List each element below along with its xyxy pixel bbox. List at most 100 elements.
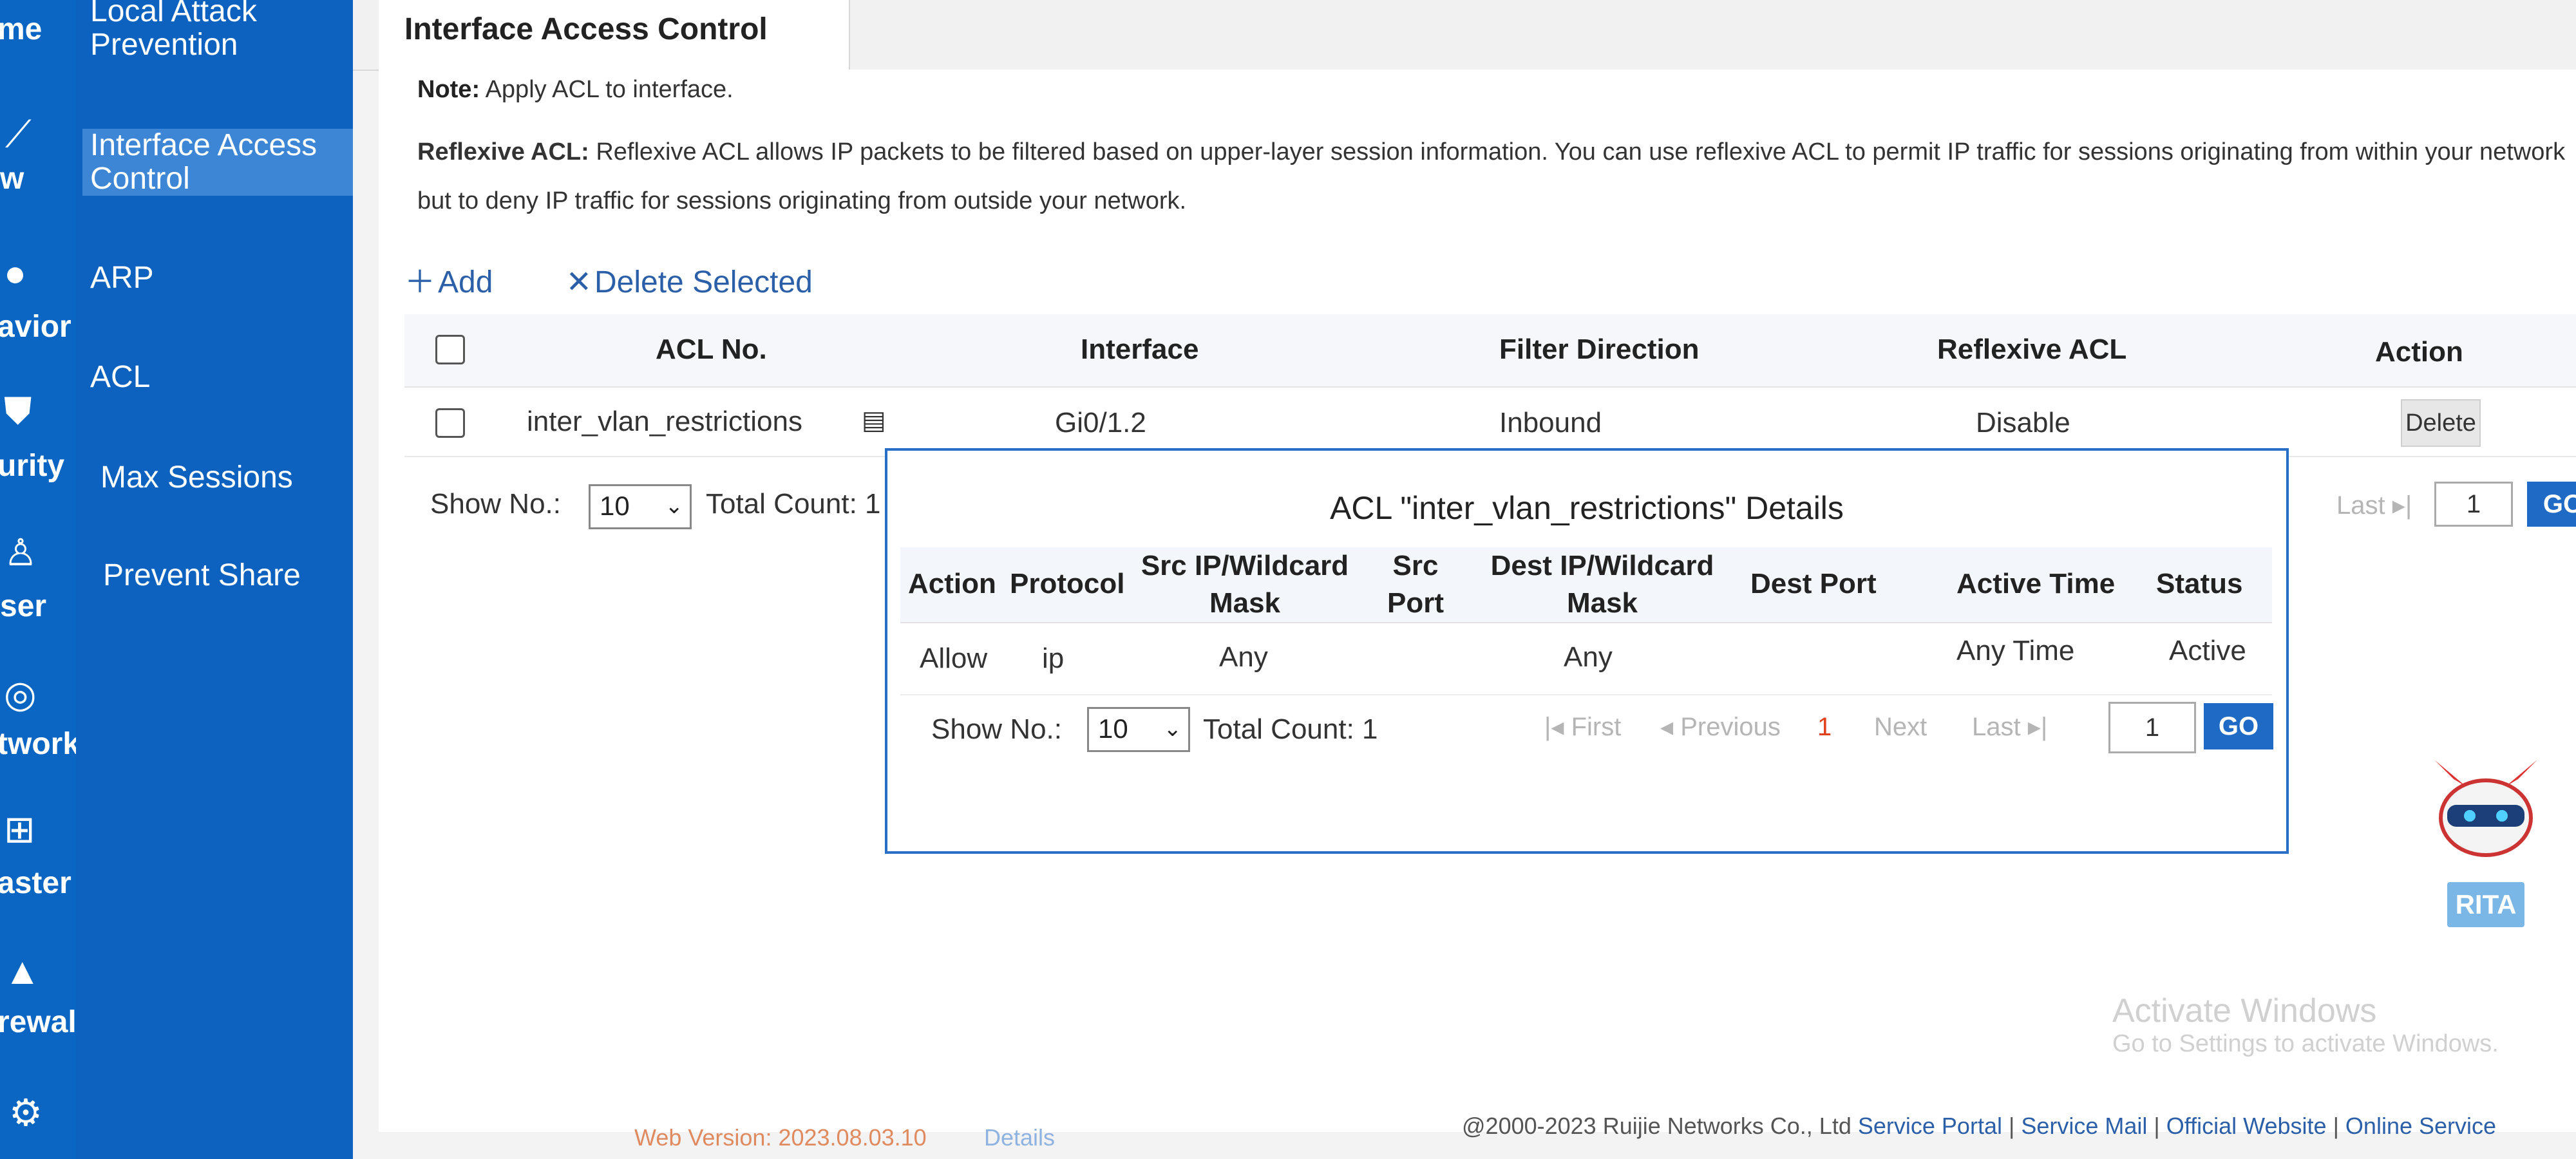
service-mail-link[interactable]: Service Mail bbox=[2021, 1113, 2147, 1139]
network-icon: ◎ bbox=[4, 674, 37, 715]
previous-icon: ◂ bbox=[1660, 713, 1674, 741]
note-body: Apply ACL to interface. bbox=[485, 76, 734, 103]
acl-details-popup: ACL "inter_vlan_restrictions" Details Ac… bbox=[885, 448, 2289, 854]
chevron-down-icon: ⌄ bbox=[1163, 717, 1182, 741]
menu-item-interface-access-control[interactable]: Interface Access Control bbox=[82, 129, 354, 196]
reflexive-description: Reflexive ACL: Reflexive ACL allows IP p… bbox=[417, 127, 2576, 225]
current-page[interactable]: 1 bbox=[1817, 708, 1832, 746]
plus-icon: ＋ bbox=[404, 265, 436, 299]
tab-label: Interface Access Control bbox=[404, 12, 768, 46]
header-action: Action bbox=[908, 568, 996, 599]
footer: Web Version: 2023.08.03.10 Details @2000… bbox=[0, 1101, 2576, 1159]
header-dest-port: Dest Port bbox=[1750, 568, 1877, 599]
details-link[interactable]: Details bbox=[984, 1124, 1055, 1151]
user-icon: ♙ bbox=[4, 532, 37, 574]
popup-last-button[interactable]: Last ▸| bbox=[1972, 708, 2047, 746]
rail-label: twork bbox=[0, 727, 80, 761]
show-no-select[interactable]: 10 ⌄ bbox=[589, 484, 692, 529]
submenu-sidebar: Local Attack Prevention Interface Access… bbox=[76, 0, 354, 1159]
menu-item-label: ARP bbox=[90, 261, 154, 295]
direction-cell: Inbound bbox=[1499, 407, 1602, 438]
delete-selected-button[interactable]: ✕Delete Selected bbox=[566, 265, 845, 299]
popup-show-no-select[interactable]: 10 ⌄ bbox=[1087, 707, 1190, 752]
menu-item-label: Prevent Share bbox=[103, 558, 301, 592]
previous-label: Previous bbox=[1680, 713, 1781, 741]
rail-label: avior bbox=[0, 310, 71, 344]
online-service-link[interactable]: Online Service bbox=[2345, 1113, 2496, 1139]
select-all-checkbox[interactable] bbox=[435, 335, 465, 364]
footer-separator: | bbox=[2008, 1113, 2022, 1139]
last-label: Last bbox=[2336, 491, 2385, 520]
row-checkbox[interactable] bbox=[435, 408, 465, 438]
rail-item-network[interactable]: ◎ twork bbox=[0, 674, 80, 773]
header-protocol: Protocol bbox=[1010, 568, 1125, 599]
tab-interface-access-control[interactable]: Interface Access Control bbox=[379, 0, 850, 71]
last-button[interactable]: Last ▸| bbox=[2336, 491, 2412, 520]
rail-item-user[interactable]: ♙ ser bbox=[0, 534, 76, 631]
official-website-link[interactable]: Official Website bbox=[2166, 1113, 2327, 1139]
table-row: inter_vlan_restrictions ▤ Gi0/1.2 Inboun… bbox=[404, 388, 2576, 457]
popup-table-row: Allow ip Any Any Any Time Active bbox=[900, 623, 2272, 695]
web-version: Web Version: 2023.08.03.10 bbox=[634, 1124, 927, 1151]
page-input[interactable]: 1 bbox=[2434, 482, 2513, 527]
rail-item-cluster[interactable]: ⊞ aster bbox=[0, 811, 76, 908]
behavior-icon: ● bbox=[4, 252, 27, 294]
popup-show-no-value: 10 bbox=[1098, 713, 1128, 744]
chevron-down-icon: ⌄ bbox=[665, 494, 684, 518]
total-count: Total Count: 1 bbox=[706, 488, 881, 520]
activate-windows-watermark: Activate Windows Go to Settings to activ… bbox=[2112, 992, 2499, 1058]
rail-item-firewall[interactable]: ▲ rewall bbox=[0, 950, 85, 1050]
rail-item-behavior[interactable]: ● avior bbox=[0, 251, 76, 348]
header-dest-ip: Dest IP/Wildcard Mask bbox=[1490, 550, 1714, 619]
menu-item-local-attack-prevention[interactable]: Local Attack Prevention bbox=[90, 0, 335, 62]
menu-item-label: Local Attack Prevention bbox=[90, 0, 257, 62]
rail-item-security[interactable]: ⛊ urity bbox=[0, 386, 76, 484]
first-label: First bbox=[1571, 713, 1622, 741]
popup-total-count: Total Count: 1 bbox=[1203, 713, 1378, 745]
popup-page-input[interactable]: 1 bbox=[2108, 702, 2196, 753]
note-label: Note: bbox=[417, 76, 480, 103]
reflexive-body: Reflexive ACL allows IP packets to be fi… bbox=[417, 138, 2566, 214]
menu-item-label: ACL bbox=[90, 360, 151, 394]
header-src-port: Src Port bbox=[1387, 550, 1444, 619]
popup-go-button[interactable]: GO bbox=[2204, 703, 2273, 749]
icon-rail: me ⟋ w ● avior ⛊ urity ♙ ser ◎ twork ⊞ a… bbox=[0, 0, 85, 1159]
previous-button[interactable]: ◂ Previous bbox=[1660, 708, 1781, 746]
tab-bar: Interface Access Control bbox=[353, 0, 2576, 71]
rail-item-flow[interactable]: ⟋ w bbox=[0, 109, 76, 206]
menu-item-prevent-share[interactable]: Prevent Share bbox=[103, 559, 301, 592]
popup-pager: Show No.: 10 ⌄ Total Count: 1 |◂ First ◂… bbox=[900, 702, 2273, 760]
flow-icon: ⟋ bbox=[5, 113, 32, 155]
service-portal-link[interactable]: Service Portal bbox=[1858, 1113, 2002, 1139]
menu-item-arp[interactable]: ARP bbox=[90, 261, 154, 295]
watermark-subtitle: Go to Settings to activate Windows. bbox=[2112, 1030, 2499, 1057]
table-header: ACL No. Interface Filter Direction Refle… bbox=[404, 314, 2576, 388]
delete-button[interactable]: Delete bbox=[2401, 399, 2481, 447]
footer-separator: | bbox=[2333, 1113, 2345, 1139]
header-status: Status bbox=[2156, 568, 2243, 599]
rail-label: ser bbox=[0, 589, 47, 623]
interface-cell: Gi0/1.2 bbox=[1055, 407, 1146, 438]
rail-item-home[interactable]: me bbox=[0, 0, 76, 77]
acl-details-icon[interactable]: ▤ bbox=[862, 406, 886, 435]
popup-table-header: Action Protocol Src IP/Wildcard Mask Src… bbox=[900, 547, 2272, 623]
firewall-icon: ▲ bbox=[4, 950, 41, 992]
rule-active-time: Any Time bbox=[1956, 635, 2075, 666]
cluster-icon: ⊞ bbox=[4, 809, 35, 851]
first-button[interactable]: |◂ First bbox=[1544, 708, 1621, 746]
add-button[interactable]: ＋Add bbox=[404, 265, 534, 299]
go-button[interactable]: GO bbox=[2527, 482, 2576, 527]
menu-item-max-sessions[interactable]: Max Sessions bbox=[100, 461, 293, 495]
menu-item-acl[interactable]: ACL bbox=[90, 361, 150, 394]
show-no-label: Show No.: bbox=[430, 488, 561, 520]
close-icon: ✕ bbox=[565, 265, 592, 299]
popup-show-no-label: Show No.: bbox=[931, 713, 1062, 745]
next-button[interactable]: Next bbox=[1874, 708, 1927, 746]
rule-action: Allow bbox=[920, 643, 988, 674]
rail-label: urity bbox=[0, 449, 65, 483]
menu-item-label: Interface Access Control bbox=[90, 128, 317, 196]
security-shield-icon: ⛊ bbox=[4, 390, 32, 432]
acl-no-cell: inter_vlan_restrictions bbox=[527, 406, 802, 437]
copyright: @2000-2023 Ruijie Networks Co., Ltd Serv… bbox=[1462, 1113, 2496, 1140]
rita-assistant[interactable]: RITA bbox=[2409, 753, 2563, 947]
